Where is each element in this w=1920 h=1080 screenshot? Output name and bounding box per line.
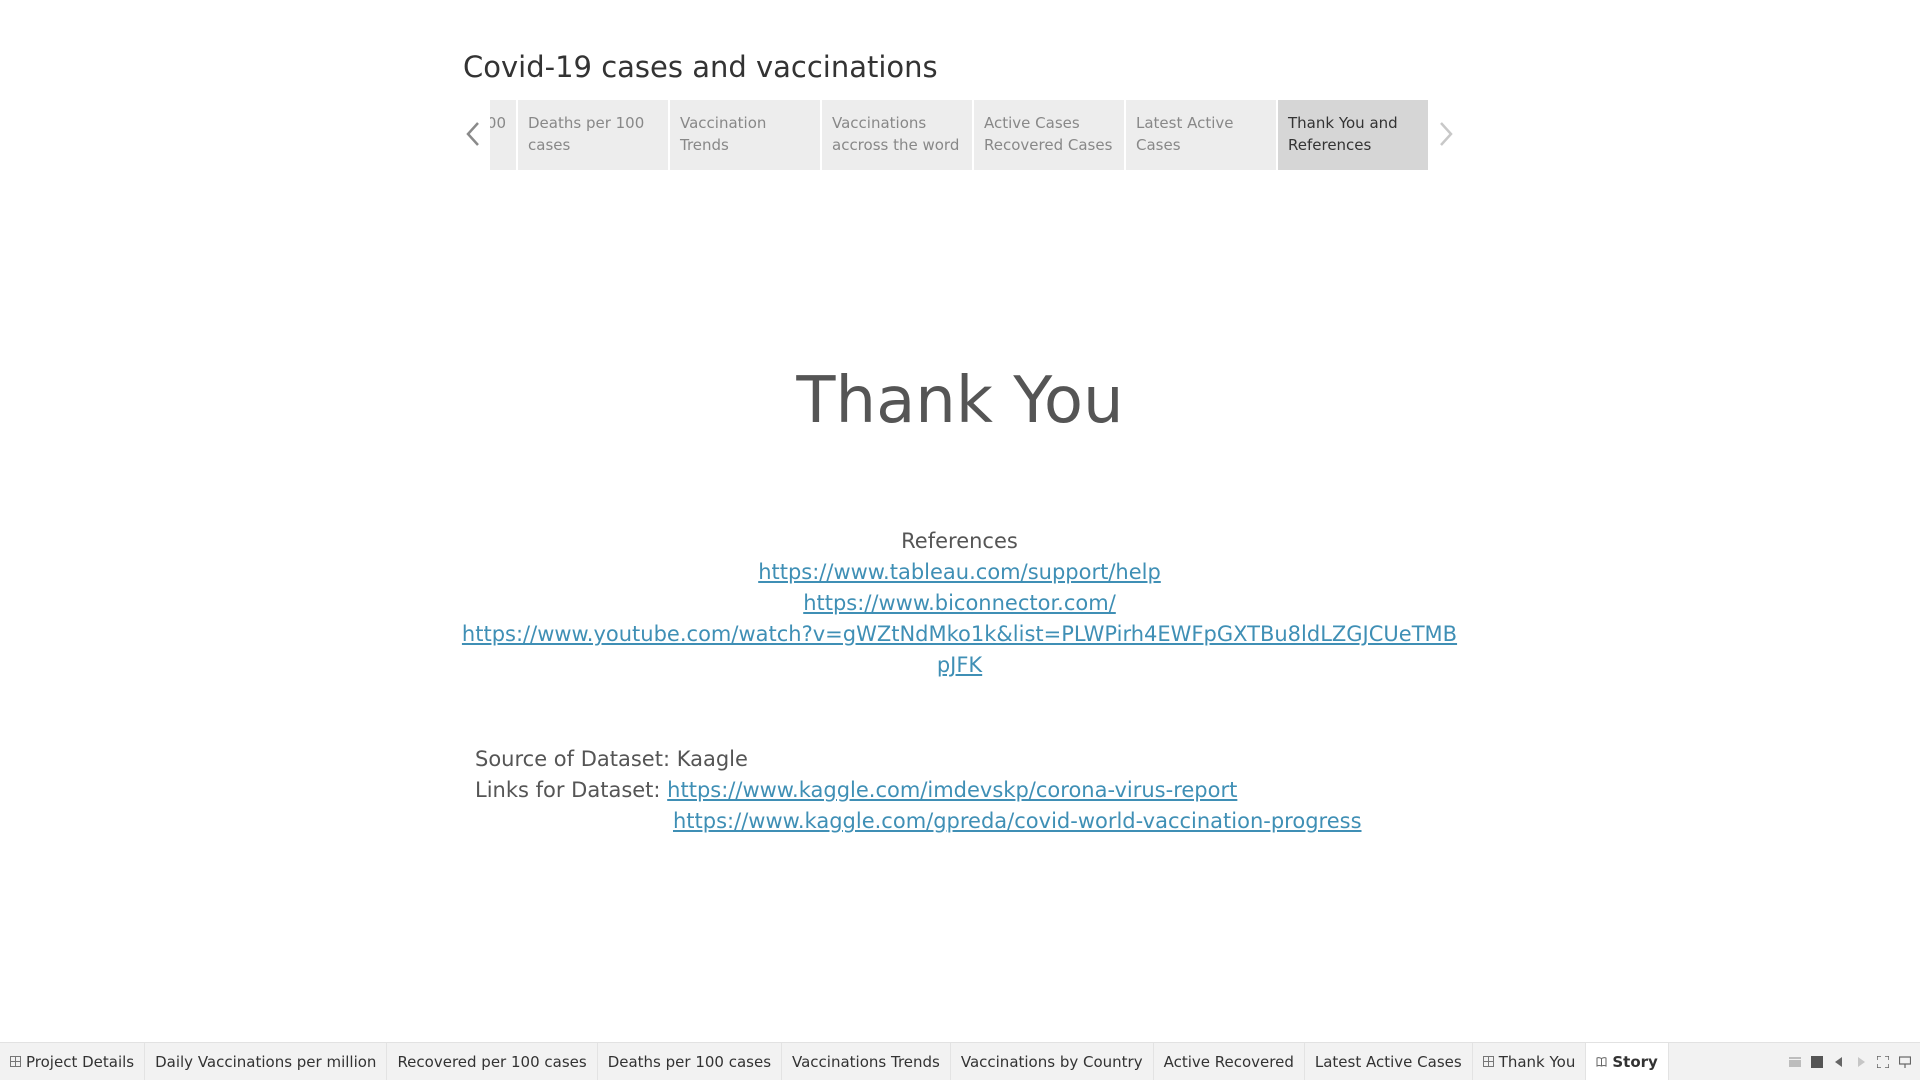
story-point-2[interactable]: Vaccination Trends — [670, 100, 820, 170]
story-point-label: Vaccination Trends — [680, 114, 767, 154]
story-points-strip: 00 Deaths per 100 cases Vaccination Trends… — [490, 100, 1428, 170]
references-section: References https://www.tableau.com/suppo… — [460, 526, 1459, 681]
chevron-left-icon — [466, 122, 479, 146]
sheet-tab-label: Project Details — [26, 1052, 135, 1071]
sheet-tab-label: Vaccinations by Country — [960, 1052, 1143, 1071]
story-point-5[interactable]: Latest Active Cases — [1126, 100, 1276, 170]
story-point-label: Vaccinations accross the word — [832, 114, 960, 154]
sheet-tab-6[interactable]: Active Recovered — [1154, 1043, 1305, 1080]
filmstrip-icon — [1789, 1056, 1801, 1067]
chevron-right-icon — [1440, 122, 1453, 146]
sheet-tab-label: Latest Active Cases — [1314, 1052, 1462, 1071]
previous-sheet-button[interactable] — [1832, 1055, 1846, 1069]
show-filmstrip-button[interactable] — [1788, 1055, 1802, 1069]
story-point-label: Latest Active Cases — [1136, 114, 1234, 154]
sheet-tabs: Project Details Daily Vaccinations per mi… — [0, 1043, 1669, 1080]
thank-you-heading: Thank You — [796, 364, 1124, 438]
tabs-icon — [1811, 1055, 1823, 1068]
reference-link-youtube[interactable]: https://www.youtube.com/watch?v=gWZtNdMk… — [460, 619, 1459, 681]
next-sheet-button[interactable] — [1854, 1055, 1868, 1069]
sheet-tab-label: Story — [1612, 1052, 1658, 1071]
story-point-3[interactable]: Vaccinations accross the word — [822, 100, 972, 170]
next-story-point-button[interactable] — [1433, 118, 1459, 150]
fullscreen-icon — [1877, 1055, 1889, 1068]
sheet-tab-5[interactable]: Vaccinations by Country — [951, 1043, 1154, 1080]
dashboard-icon — [1482, 1056, 1494, 1067]
sheet-tab-label: Recovered per 100 cases — [397, 1052, 587, 1071]
sheet-tab-label: Daily Vaccinations per million — [155, 1052, 377, 1071]
sheet-tab-bar: Project Details Daily Vaccinations per mi… — [0, 1042, 1920, 1080]
sheet-tab-0[interactable]: Project Details — [0, 1043, 146, 1080]
story-icon — [1596, 1057, 1607, 1067]
story-point-6[interactable]: Thank You and References — [1278, 100, 1428, 170]
dataset-section: Source of Dataset: Kaagle Links for Data… — [475, 744, 1362, 837]
sheet-tab-7[interactable]: Latest Active Cases — [1305, 1043, 1473, 1080]
reference-link-tableau[interactable]: https://www.tableau.com/support/help — [460, 557, 1459, 588]
sheet-tab-9[interactable]: Story — [1586, 1043, 1669, 1080]
fullscreen-button[interactable] — [1876, 1055, 1890, 1069]
story-point-label: 00 — [490, 114, 506, 132]
story-point-label: Active Cases Recovered Cases — [984, 114, 1113, 154]
sheet-tab-2[interactable]: Recovered per 100 cases — [387, 1043, 598, 1080]
sheet-tab-4[interactable]: Vaccinations Trends — [782, 1043, 951, 1080]
dashboard-icon — [10, 1056, 21, 1067]
dataset-link-corona-report[interactable]: https://www.kaggle.com/imdevskp/corona-v… — [667, 778, 1237, 802]
sheet-tab-label: Active Recovered — [1163, 1052, 1294, 1071]
dataset-link-vaccination-progress[interactable]: https://www.kaggle.com/gpreda/covid-worl… — [673, 809, 1362, 833]
presentation-mode-button[interactable] — [1898, 1055, 1912, 1069]
presentation-icon — [1899, 1055, 1911, 1068]
story-point-1[interactable]: Deaths per 100 cases — [518, 100, 668, 170]
story-point-4[interactable]: Active Cases Recovered Cases — [974, 100, 1124, 170]
triangle-right-icon — [1858, 1056, 1865, 1067]
sheet-tab-label: Vaccinations Trends — [792, 1052, 940, 1071]
sheet-tab-3[interactable]: Deaths per 100 cases — [598, 1043, 783, 1080]
story-title: Covid-19 cases and vaccinations — [463, 50, 938, 84]
sheet-tab-label: Deaths per 100 cases — [607, 1052, 772, 1071]
tabbar-controls — [1788, 1043, 1920, 1080]
dataset-links-label: Links for Dataset: — [475, 778, 661, 802]
story-point-label: Deaths per 100 cases — [528, 114, 645, 154]
dataset-source: Source of Dataset: Kaagle — [475, 747, 748, 771]
sheet-tab-label: Thank You — [1498, 1052, 1576, 1071]
story-points-navigator: 00 Deaths per 100 cases Vaccination Trends… — [490, 100, 1429, 170]
previous-story-point-button[interactable] — [460, 118, 486, 150]
reference-link-biconnector[interactable]: https://www.biconnector.com/ — [460, 588, 1459, 619]
triangle-left-icon — [1835, 1056, 1842, 1067]
story-point-0[interactable]: 00 — [490, 100, 516, 170]
sheet-tab-1[interactable]: Daily Vaccinations per million — [145, 1043, 388, 1080]
references-title: References — [901, 529, 1018, 553]
sheet-tab-8[interactable]: Thank You — [1473, 1043, 1587, 1080]
story-point-label: Thank You and References — [1288, 114, 1398, 154]
show-tabs-button[interactable] — [1810, 1055, 1824, 1069]
